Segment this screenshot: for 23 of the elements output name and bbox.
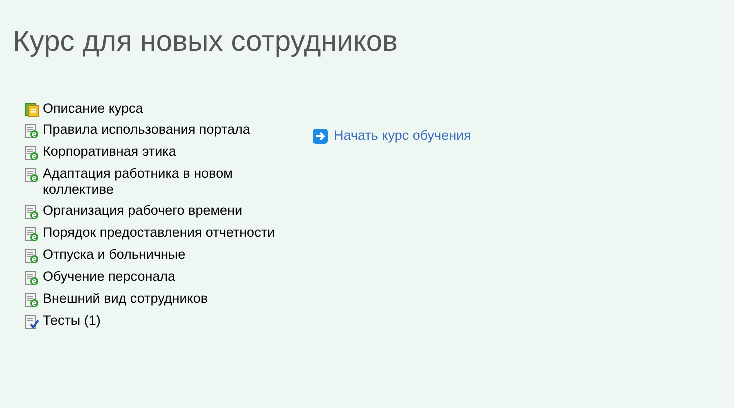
course-item-link[interactable]: Адаптация работника в новом коллективе — [43, 166, 305, 198]
document-icon — [25, 249, 39, 264]
start-course-link[interactable]: Начать курс обучения — [334, 126, 472, 146]
arrow-right-icon — [313, 128, 328, 144]
checklist-icon — [25, 315, 39, 330]
document-icon — [25, 146, 39, 161]
document-icon — [25, 124, 39, 139]
course-item-link[interactable]: Корпоративная этика — [43, 144, 176, 160]
course-item-link[interactable]: Тесты (1) — [43, 313, 101, 329]
course-item-link[interactable]: Отпуска и больничные — [43, 247, 186, 263]
document-icon — [25, 271, 39, 286]
course-item-link[interactable]: Порядок предоставления отчетности — [43, 225, 276, 241]
course-item-link[interactable]: Внешний вид сотрудников — [43, 291, 208, 307]
page-title: Курс для новых сотрудников — [13, 25, 399, 60]
course-item-link[interactable]: Описание курса — [43, 101, 144, 117]
document-icon — [25, 227, 39, 242]
course-item-link[interactable]: Обучение персонала — [43, 269, 176, 285]
document-icon — [25, 205, 39, 220]
course-item-link[interactable]: Правила использования портала — [43, 122, 250, 138]
book-icon — [25, 103, 39, 117]
course-item-link[interactable]: Организация рабочего времени — [43, 203, 243, 219]
document-icon — [25, 168, 39, 183]
document-icon — [25, 293, 39, 308]
